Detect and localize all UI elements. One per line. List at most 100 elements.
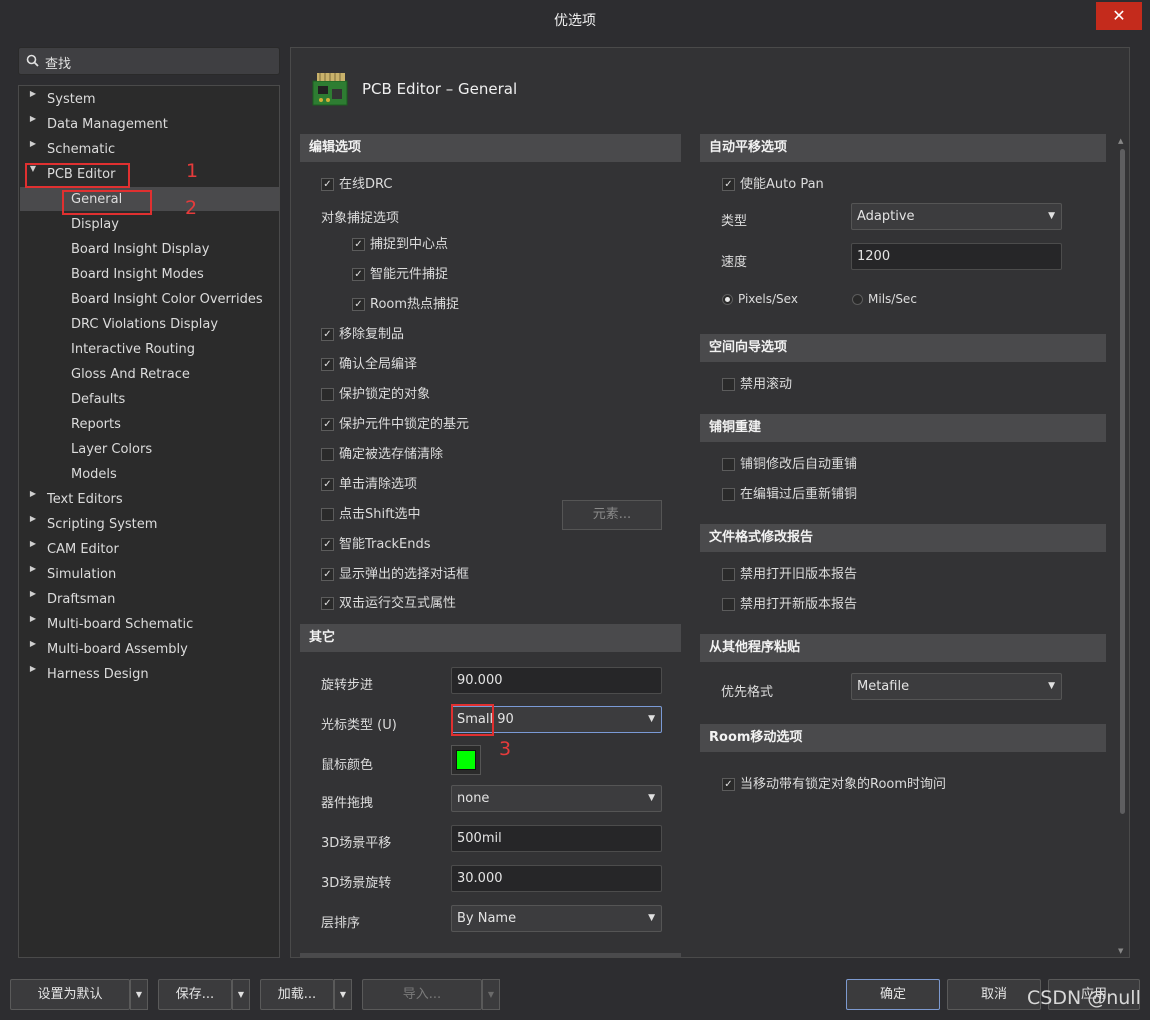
section-paste: 从其他程序粘贴 bbox=[700, 634, 1106, 662]
3d-pan-field[interactable]: 500mil bbox=[451, 825, 662, 852]
tree-item[interactable]: Text Editors bbox=[47, 489, 123, 511]
auto-repour-checkbox[interactable]: 铺铜修改后自动重铺 bbox=[722, 456, 857, 474]
confirm-selection-clear-checkbox[interactable]: 确定被选存储清除 bbox=[321, 446, 443, 464]
layer-order-dropdown[interactable]: By Name ▼ bbox=[451, 905, 662, 932]
caret-right-icon[interactable]: ▶ bbox=[28, 664, 38, 686]
shift-click-select-checkbox[interactable]: 点击Shift选中 bbox=[321, 506, 421, 524]
load-button[interactable]: 加载... bbox=[260, 979, 334, 1010]
enable-autopan-checkbox[interactable]: ✓ 使能Auto Pan bbox=[722, 176, 824, 194]
settings-panel bbox=[290, 47, 1130, 958]
tree-item[interactable]: DRC Violations Display bbox=[71, 314, 218, 336]
caret-right-icon[interactable]: ▶ bbox=[28, 139, 38, 161]
checkbox-check-icon: ✓ bbox=[321, 328, 334, 341]
tree-item[interactable]: Defaults bbox=[71, 389, 125, 411]
search-placeholder: 查找 bbox=[45, 57, 72, 72]
chevron-down-icon: ▼ bbox=[648, 913, 655, 923]
scroll-thumb[interactable] bbox=[1120, 149, 1125, 814]
disable-new-version-report-checkbox[interactable]: 禁用打开新版本报告 bbox=[722, 596, 857, 614]
caret-right-icon[interactable]: ▶ bbox=[28, 589, 38, 611]
autopan-speed-field[interactable]: 1200 bbox=[851, 243, 1062, 270]
autopan-type-dropdown[interactable]: Adaptive ▼ bbox=[851, 203, 1062, 230]
click-clears-selection-checkbox[interactable]: ✓ 单击清除选项 bbox=[321, 476, 417, 494]
checkbox-check-icon: ✓ bbox=[321, 478, 334, 491]
preferred-format-dropdown[interactable]: Metafile ▼ bbox=[851, 673, 1062, 700]
online-drc-checkbox[interactable]: ✓ 在线DRC bbox=[321, 176, 392, 194]
section-space-navigator: 空间向导选项 bbox=[700, 334, 1106, 362]
caret-right-icon[interactable]: ▶ bbox=[28, 639, 38, 661]
tree-item[interactable]: System bbox=[47, 89, 95, 111]
component-drag-label: 器件拖拽 bbox=[321, 796, 374, 811]
annotation-box-1 bbox=[25, 163, 130, 188]
save-menu-icon[interactable]: ▼ bbox=[232, 979, 250, 1010]
scroll-up-icon[interactable]: ▲ bbox=[1118, 137, 1123, 145]
3d-rotation-label: 3D场景旋转 bbox=[321, 876, 392, 891]
scroll-down-icon[interactable]: ▼ bbox=[1118, 947, 1123, 955]
search-input[interactable]: 查找 bbox=[18, 47, 280, 75]
tree-item[interactable]: Multi-board Schematic bbox=[47, 614, 193, 636]
double-click-properties-checkbox[interactable]: ✓ 双击运行交互式属性 bbox=[321, 595, 456, 613]
load-menu-icon[interactable]: ▼ bbox=[334, 979, 352, 1010]
tree-item[interactable]: Gloss And Retrace bbox=[71, 364, 190, 386]
remove-duplicates-checkbox[interactable]: ✓ 移除复制品 bbox=[321, 326, 404, 344]
tree-item[interactable]: Simulation bbox=[47, 564, 116, 586]
unit-pixels-radio[interactable]: Pixels/Sex bbox=[722, 290, 798, 308]
import-button[interactable]: 导入... bbox=[362, 979, 482, 1010]
tree-item[interactable]: Layer Colors bbox=[71, 439, 152, 461]
caret-right-icon[interactable]: ▶ bbox=[28, 114, 38, 136]
chevron-down-icon: ▼ bbox=[648, 714, 655, 724]
checkbox-check-icon: ✓ bbox=[352, 298, 365, 311]
tree-item[interactable]: Board Insight Color Overrides bbox=[71, 289, 263, 311]
panel-scrollbar[interactable]: ▲ ▼ bbox=[1118, 137, 1128, 955]
protect-locked-primitives-checkbox[interactable]: ✓ 保护元件中锁定的基元 bbox=[321, 416, 469, 434]
disable-roll-checkbox[interactable]: 禁用滚动 bbox=[722, 376, 792, 394]
set-defaults-button[interactable]: 设置为默认 bbox=[10, 979, 130, 1010]
unit-mils-radio[interactable]: Mils/Sec bbox=[852, 290, 917, 308]
tree-item[interactable]: Multi-board Assembly bbox=[47, 639, 188, 661]
annotation-number-1: 1 bbox=[186, 160, 199, 182]
3d-pan-label: 3D场景平移 bbox=[321, 836, 392, 851]
tree-item[interactable]: Models bbox=[71, 464, 117, 486]
close-icon[interactable]: ✕ bbox=[1096, 2, 1142, 30]
smart-component-snap-checkbox[interactable]: ✓ 智能元件捕捉 bbox=[352, 266, 448, 284]
caret-right-icon[interactable]: ▶ bbox=[28, 564, 38, 586]
show-popup-selection-checkbox[interactable]: ✓ 显示弹出的选择对话框 bbox=[321, 566, 469, 584]
annotation-box-3 bbox=[451, 704, 494, 736]
ok-button[interactable]: 确定 bbox=[846, 979, 940, 1010]
set-defaults-menu-icon[interactable]: ▼ bbox=[130, 979, 148, 1010]
primitives-button[interactable]: 元素... bbox=[562, 500, 662, 530]
radio-icon bbox=[852, 294, 863, 305]
tree-item[interactable]: Scripting System bbox=[47, 514, 157, 536]
confirm-global-edit-checkbox[interactable]: ✓ 确认全局编译 bbox=[321, 356, 417, 374]
section-editing: 编辑选项 bbox=[300, 134, 681, 162]
color-swatch-fill bbox=[456, 750, 476, 770]
snap-center-checkbox[interactable]: ✓ 捕捉到中心点 bbox=[352, 236, 448, 254]
tree-item[interactable]: Board Insight Display bbox=[71, 239, 209, 261]
protect-locked-checkbox[interactable]: 保护锁定的对象 bbox=[321, 386, 430, 404]
tree-item[interactable]: Harness Design bbox=[47, 664, 149, 686]
tree-item[interactable]: CAM Editor bbox=[47, 539, 119, 561]
tree-item[interactable]: Schematic bbox=[47, 139, 115, 161]
caret-right-icon[interactable]: ▶ bbox=[28, 89, 38, 111]
ask-room-locked-checkbox[interactable]: ✓ 当移动带有锁定对象的Room时询问 bbox=[722, 776, 946, 794]
tree-item[interactable]: Display bbox=[71, 214, 119, 236]
caret-right-icon[interactable]: ▶ bbox=[28, 614, 38, 636]
tree-item[interactable]: Draftsman bbox=[47, 589, 115, 611]
repour-after-edit-checkbox[interactable]: 在编辑过后重新铺铜 bbox=[722, 486, 857, 504]
rotation-step-field[interactable]: 90.000 bbox=[451, 667, 662, 694]
tree-item[interactable]: Board Insight Modes bbox=[71, 264, 204, 286]
mouse-color-swatch[interactable] bbox=[451, 745, 481, 775]
smart-trackends-checkbox[interactable]: ✓ 智能TrackEnds bbox=[321, 536, 431, 554]
caret-right-icon[interactable]: ▶ bbox=[28, 539, 38, 561]
tree-item[interactable]: Interactive Routing bbox=[71, 339, 195, 361]
component-drag-dropdown[interactable]: none ▼ bbox=[451, 785, 662, 812]
rotation-step-label: 旋转步进 bbox=[321, 678, 374, 693]
import-menu-icon[interactable]: ▼ bbox=[482, 979, 500, 1010]
caret-right-icon[interactable]: ▶ bbox=[28, 489, 38, 511]
caret-right-icon[interactable]: ▶ bbox=[28, 514, 38, 536]
3d-rotation-field[interactable]: 30.000 bbox=[451, 865, 662, 892]
save-button[interactable]: 保存... bbox=[158, 979, 232, 1010]
tree-item[interactable]: Data Management bbox=[47, 114, 168, 136]
disable-old-version-report-checkbox[interactable]: 禁用打开旧版本报告 bbox=[722, 566, 857, 584]
room-hotspot-checkbox[interactable]: ✓ Room热点捕捉 bbox=[352, 296, 459, 314]
tree-item[interactable]: Reports bbox=[71, 414, 121, 436]
